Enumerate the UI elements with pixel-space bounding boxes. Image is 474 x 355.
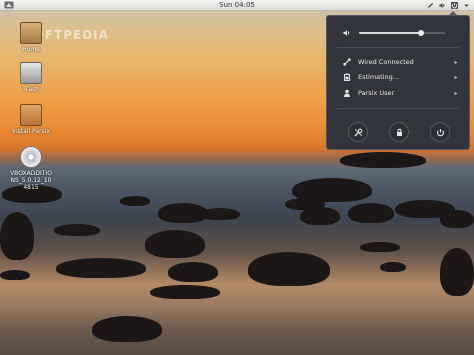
wallpaper-rock bbox=[360, 242, 400, 252]
volume-slider-knob[interactable] bbox=[417, 30, 424, 36]
lock-icon bbox=[396, 128, 402, 136]
wallpaper-rock bbox=[440, 210, 474, 228]
wallpaper-rock bbox=[300, 207, 340, 225]
volume-slider[interactable] bbox=[359, 30, 445, 36]
wallpaper-rock bbox=[56, 258, 146, 278]
menu-item-wired[interactable]: Wired Connected ▸ bbox=[343, 56, 459, 68]
network-wired-icon bbox=[343, 58, 351, 66]
settings-button[interactable] bbox=[348, 122, 368, 142]
wallpaper-rock bbox=[120, 196, 150, 206]
settings-icon bbox=[354, 128, 362, 136]
wallpaper-rock bbox=[348, 203, 394, 223]
wallpaper-rock bbox=[340, 152, 426, 168]
wallpaper-rock bbox=[92, 316, 162, 342]
wallpaper-rock bbox=[440, 248, 474, 296]
desktop-icon-home[interactable]: Home bbox=[9, 22, 53, 53]
system-tray bbox=[427, 1, 470, 9]
wallpaper-rock bbox=[0, 270, 30, 280]
menu-item-battery[interactable]: Estimating… ▸ bbox=[343, 71, 459, 83]
wallpaper-rock bbox=[150, 285, 220, 299]
volume-icon bbox=[343, 29, 351, 37]
power-icon[interactable] bbox=[451, 1, 458, 9]
menu-item-user[interactable]: Parsix User ▸ bbox=[343, 87, 459, 99]
menu-item-label: Parsix User bbox=[358, 89, 395, 97]
chevron-right-icon: ▸ bbox=[454, 58, 458, 66]
battery-icon bbox=[343, 73, 351, 81]
system-status-menu: Wired Connected ▸ Estimating… ▸ Parsix U… bbox=[326, 15, 470, 150]
desktop-icon-vboxadditions[interactable]: VBOXADDITIONS_5.0.12_104815 bbox=[9, 146, 53, 191]
desktop-icon-label: VBOXADDITIONS_5.0.12_104815 bbox=[10, 170, 52, 191]
wallpaper-rock bbox=[248, 252, 330, 286]
desktop-icon-label: Trash bbox=[23, 86, 39, 93]
pencil-icon[interactable] bbox=[427, 2, 434, 9]
wallpaper-rock bbox=[145, 230, 205, 258]
menu-item-label: Estimating… bbox=[358, 73, 400, 81]
disc-icon bbox=[20, 146, 42, 168]
chevron-right-icon: ▸ bbox=[454, 73, 458, 81]
user-icon bbox=[343, 89, 351, 97]
folder-icon bbox=[20, 22, 42, 44]
wallpaper-rock bbox=[0, 212, 34, 260]
power-off-button[interactable] bbox=[430, 122, 450, 142]
installer-icon bbox=[20, 104, 42, 126]
volume-row bbox=[343, 28, 457, 38]
chevron-right-icon: ▸ bbox=[454, 89, 458, 97]
desktop-icon-install-parsix[interactable]: Install Parsix bbox=[9, 104, 53, 135]
volume-slider-fill bbox=[359, 32, 421, 34]
clock[interactable]: Sun 04:05 bbox=[0, 1, 474, 9]
wallpaper-rock bbox=[200, 208, 240, 220]
trash-icon bbox=[20, 62, 42, 84]
volume-icon[interactable] bbox=[439, 2, 446, 9]
chevron-down-icon[interactable] bbox=[463, 2, 470, 9]
desktop-icon-label: Home bbox=[22, 46, 40, 53]
wallpaper-rock bbox=[168, 262, 218, 282]
desktop-icon-trash[interactable]: Trash bbox=[9, 62, 53, 93]
menu-separator bbox=[337, 47, 459, 48]
top-panel: Sun 04:05 bbox=[0, 0, 474, 11]
power-icon bbox=[436, 128, 444, 136]
wallpaper-rock bbox=[380, 262, 406, 272]
wallpaper-rock bbox=[54, 224, 100, 236]
lock-button[interactable] bbox=[389, 122, 409, 142]
menu-separator bbox=[337, 108, 459, 109]
desktop-icon-label: Install Parsix bbox=[12, 128, 50, 135]
menu-item-label: Wired Connected bbox=[358, 58, 414, 66]
